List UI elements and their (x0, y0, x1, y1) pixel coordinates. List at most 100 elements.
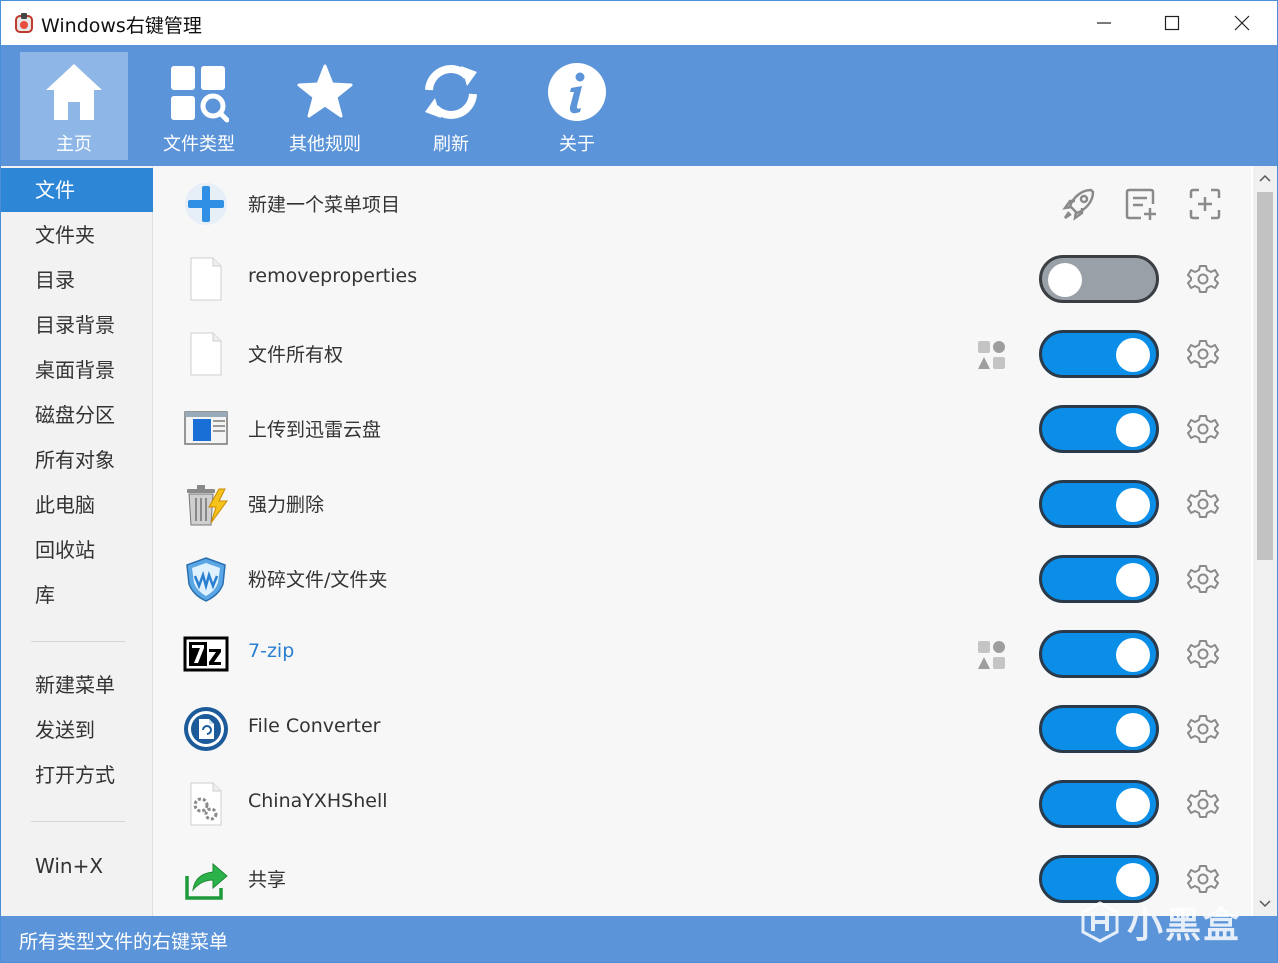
enable-toggle[interactable] (1039, 555, 1159, 603)
shield-icon (186, 557, 226, 602)
toggle-knob (1048, 263, 1082, 297)
toggle-knob (1116, 788, 1150, 822)
sidebar-item-disk-partition[interactable]: 磁盘分区 (1, 393, 153, 437)
gear-icon[interactable] (1187, 338, 1219, 370)
enable-toggle[interactable] (1039, 780, 1159, 828)
gears-file-icon (190, 782, 222, 826)
toggle-knob (1116, 713, 1150, 747)
toggle-knob (1116, 638, 1150, 672)
maximize-icon (1164, 15, 1180, 31)
toolbar-label: 主页 (56, 134, 92, 155)
sidebar-divider (31, 821, 125, 822)
toolbar-refresh[interactable]: 刷新 (397, 52, 505, 160)
toggle-knob (1116, 563, 1150, 597)
menu-item-row[interactable]: 强力删除 (153, 466, 1251, 542)
vertical-scrollbar[interactable] (1253, 166, 1277, 916)
gear-icon[interactable] (1187, 563, 1219, 595)
sidebar-item-open-with[interactable]: 打开方式 (1, 753, 153, 797)
share-icon (185, 862, 228, 900)
enable-toggle[interactable] (1039, 255, 1159, 303)
menu-item-name: 共享 (248, 869, 287, 891)
enable-toggle[interactable] (1039, 330, 1159, 378)
sidebar-item-new-menu[interactable]: 新建菜单 (1, 663, 153, 707)
menu-item-name: removeproperties (248, 265, 418, 287)
heybox-logo-icon (1081, 901, 1119, 943)
gear-icon[interactable] (1187, 263, 1219, 295)
enable-toggle[interactable] (1039, 705, 1159, 753)
gear-icon[interactable] (1187, 788, 1219, 820)
new-item-row[interactable]: 新建一个菜单项目 (153, 166, 1251, 242)
sidebar-item-directory[interactable]: 目录 (1, 258, 153, 302)
sidebar-item-all-objects[interactable]: 所有对象 (1, 438, 153, 482)
status-bar: 所有类型文件的右键菜单 小黑盒 (1, 901, 1277, 962)
new-item-label: 新建一个菜单项目 (248, 194, 401, 216)
sidebar-item-desktop-background[interactable]: 桌面背景 (1, 348, 153, 392)
minimize-icon (1097, 22, 1111, 24)
file-types-icon (171, 66, 229, 123)
7zip-icon (183, 636, 229, 672)
sidebar-item-winx[interactable]: Win+X (1, 844, 153, 888)
menu-item-row[interactable]: 文件所有权 (153, 316, 1251, 392)
toolbar-about[interactable]: 关于 (523, 52, 631, 160)
scroll-thumb[interactable] (1257, 192, 1273, 560)
menu-item-row[interactable]: ChinaYXHShell (153, 766, 1251, 842)
minimize-button[interactable] (1069, 1, 1139, 45)
sidebar-item-folder[interactable]: 文件夹 (1, 213, 153, 257)
gear-icon[interactable] (1187, 413, 1219, 445)
chevron-down-icon (1259, 900, 1271, 908)
toolbar-label: 其他规则 (289, 134, 361, 155)
toggle-knob (1116, 488, 1150, 522)
sidebar-item-this-pc[interactable]: 此电脑 (1, 483, 153, 527)
gear-icon[interactable] (1187, 638, 1219, 670)
sidebar-divider (31, 641, 125, 642)
menu-item-list: 新建一个菜单项目 removeproperties 文件所有权 上传到迅雷云盘 … (153, 166, 1253, 916)
file-converter-icon (184, 707, 228, 751)
scroll-up-button[interactable] (1253, 166, 1277, 190)
add-note-icon[interactable] (1123, 186, 1159, 222)
add-plus-icon (185, 183, 227, 225)
gear-icon[interactable] (1187, 863, 1219, 895)
window-icon (184, 411, 228, 445)
sidebar-item-send-to[interactable]: 发送到 (1, 708, 153, 752)
menu-item-row[interactable]: 7-zip (153, 616, 1251, 692)
sidebar-item-library[interactable]: 库 (1, 573, 153, 617)
trash-bolt-icon (187, 485, 228, 526)
blank-file-icon (190, 257, 222, 301)
multi-item-icon[interactable] (977, 340, 1007, 370)
scroll-down-button[interactable] (1253, 892, 1277, 916)
sidebar-item-directory-background[interactable]: 目录背景 (1, 303, 153, 347)
toolbar-home[interactable]: 主页 (20, 52, 128, 160)
sidebar: 文件 文件夹 目录 目录背景 桌面背景 磁盘分区 所有对象 此电脑 回收站 库 … (1, 166, 153, 916)
toolbar: 主页 文件类型 其他规则 刷新 关于 (1, 45, 1277, 166)
app-window: Windows右键管理 主页 文件类型 其他规则 刷新 关于 文件 文件夹 目录… (0, 0, 1278, 963)
status-text: 所有类型文件的右键菜单 (19, 931, 229, 953)
toolbar-label: 刷新 (433, 134, 469, 155)
gear-icon[interactable] (1187, 713, 1219, 745)
menu-item-row[interactable]: removeproperties (153, 241, 1251, 317)
toolbar-other-rules[interactable]: 其他规则 (271, 52, 379, 160)
watermark: 小黑盒 (1079, 896, 1241, 948)
menu-item-row[interactable]: File Converter (153, 691, 1251, 767)
menu-item-name: 文件所有权 (248, 344, 344, 366)
sidebar-item-file[interactable]: 文件 (1, 168, 153, 212)
toolbar-label: 文件类型 (163, 134, 235, 155)
app-logo-icon (15, 13, 33, 33)
enable-toggle[interactable] (1039, 480, 1159, 528)
menu-item-row[interactable]: 粉碎文件/文件夹 (153, 541, 1251, 617)
sidebar-item-recycle-bin[interactable]: 回收站 (1, 528, 153, 572)
window-title: Windows右键管理 (41, 15, 202, 37)
maximize-button[interactable] (1137, 1, 1207, 45)
refresh-icon (425, 65, 477, 119)
gear-icon[interactable] (1187, 488, 1219, 520)
rocket-icon[interactable] (1061, 186, 1097, 222)
chevron-up-icon (1259, 174, 1271, 182)
enable-toggle[interactable] (1039, 405, 1159, 453)
enable-toggle[interactable] (1039, 630, 1159, 678)
toggle-knob (1116, 413, 1150, 447)
add-target-icon[interactable] (1187, 186, 1223, 222)
close-button[interactable] (1207, 1, 1277, 45)
menu-item-row[interactable]: 上传到迅雷云盘 (153, 391, 1251, 467)
blank-file-icon (190, 332, 222, 376)
multi-item-icon[interactable] (977, 640, 1007, 670)
toolbar-file-types[interactable]: 文件类型 (145, 52, 253, 160)
